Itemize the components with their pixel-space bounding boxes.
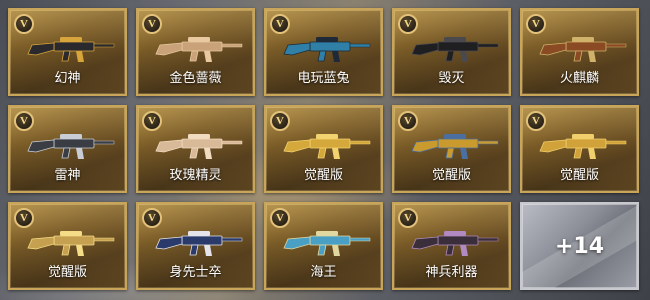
weapon-name: 玫瑰精灵 <box>169 168 222 183</box>
vip-badge-icon: V <box>270 111 290 131</box>
weapon-image-icon <box>536 28 628 68</box>
weapon-card[interactable]: V 身先士卒 <box>136 202 255 290</box>
weapon-image <box>411 134 499 159</box>
vip-badge-icon: V <box>270 14 290 34</box>
weapon-card[interactable]: V 毁灭 <box>392 8 511 96</box>
weapon-image-icon <box>152 125 244 165</box>
weapon-name: 雷神 <box>54 168 81 183</box>
weapon-image-icon <box>152 28 244 68</box>
weapon-card[interactable]: V 海王 <box>264 202 383 290</box>
vip-badge-icon: V <box>14 208 34 228</box>
weapon-card[interactable]: V 觉醒版 <box>8 202 127 290</box>
weapon-image <box>283 231 371 256</box>
weapon-image <box>155 231 243 256</box>
weapon-card[interactable]: V 觉醒版 <box>520 105 639 193</box>
vip-badge-icon: V <box>526 111 546 131</box>
weapon-name: 觉醒版 <box>559 168 599 183</box>
weapon-card[interactable]: V 觉醒版 <box>392 105 511 193</box>
weapon-card[interactable]: V 幻神 <box>8 8 127 96</box>
weapon-image <box>27 37 115 62</box>
weapon-image <box>155 37 243 62</box>
weapon-name: 觉醒版 <box>47 265 87 280</box>
more-items-count: +14 <box>554 234 605 259</box>
weapon-image-icon <box>152 222 244 262</box>
vip-badge-icon: V <box>398 14 418 34</box>
weapon-card[interactable]: V 玫瑰精灵 <box>136 105 255 193</box>
weapon-image-icon <box>280 125 372 165</box>
weapon-image <box>283 134 371 159</box>
vip-badge-icon: V <box>142 208 162 228</box>
vip-badge-icon: V <box>142 14 162 34</box>
weapon-image-icon <box>280 222 372 262</box>
weapon-name: 身先士卒 <box>169 265 222 280</box>
vip-badge-icon: V <box>14 111 34 131</box>
weapon-image <box>539 37 627 62</box>
weapon-card[interactable]: V 雷神 <box>8 105 127 193</box>
weapon-name: 电玩蓝兔 <box>297 71 350 86</box>
weapon-name: 觉醒版 <box>303 168 343 183</box>
weapon-card[interactable]: V 火麒麟 <box>520 8 639 96</box>
weapon-image <box>411 231 499 256</box>
weapon-card[interactable]: V 神兵利器 <box>392 202 511 290</box>
vip-badge-icon: V <box>398 208 418 228</box>
weapon-grid: V 幻神 V 金色蔷薇 V 电玩蓝兔 V 毁灭 V 火麒麟 V 雷神 V 玫瑰精灵 V 觉醒版 V 觉醒版 V 觉醒版… <box>8 8 639 290</box>
weapon-name: 神兵利器 <box>425 265 478 280</box>
vip-badge-icon: V <box>142 111 162 131</box>
weapon-card[interactable]: V 电玩蓝兔 <box>264 8 383 96</box>
weapon-image <box>411 37 499 62</box>
weapon-card[interactable]: V 觉醒版 <box>264 105 383 193</box>
weapon-image-icon <box>408 28 500 68</box>
weapon-name: 觉醒版 <box>431 168 471 183</box>
weapon-card[interactable]: V 金色蔷薇 <box>136 8 255 96</box>
vip-badge-icon: V <box>398 111 418 131</box>
vip-badge-icon: V <box>270 208 290 228</box>
weapon-name: 幻神 <box>54 71 81 86</box>
vip-badge-icon: V <box>14 14 34 34</box>
weapon-image <box>27 231 115 256</box>
weapon-image <box>155 134 243 159</box>
more-items-card[interactable]: +14 <box>520 202 639 290</box>
vip-badge-icon: V <box>526 14 546 34</box>
weapon-name: 火麒麟 <box>559 71 599 86</box>
weapon-name: 毁灭 <box>438 71 465 86</box>
weapon-name: 金色蔷薇 <box>169 71 222 86</box>
weapon-image <box>539 134 627 159</box>
weapon-image-icon <box>536 125 628 165</box>
weapon-image-icon <box>24 28 116 68</box>
weapon-name: 海王 <box>310 265 337 280</box>
weapon-image <box>27 134 115 159</box>
weapon-image <box>283 37 371 62</box>
weapon-image-icon <box>24 222 116 262</box>
weapon-image-icon <box>408 222 500 262</box>
weapon-image-icon <box>24 125 116 165</box>
weapon-image-icon <box>280 28 372 68</box>
weapon-image-icon <box>408 125 500 165</box>
